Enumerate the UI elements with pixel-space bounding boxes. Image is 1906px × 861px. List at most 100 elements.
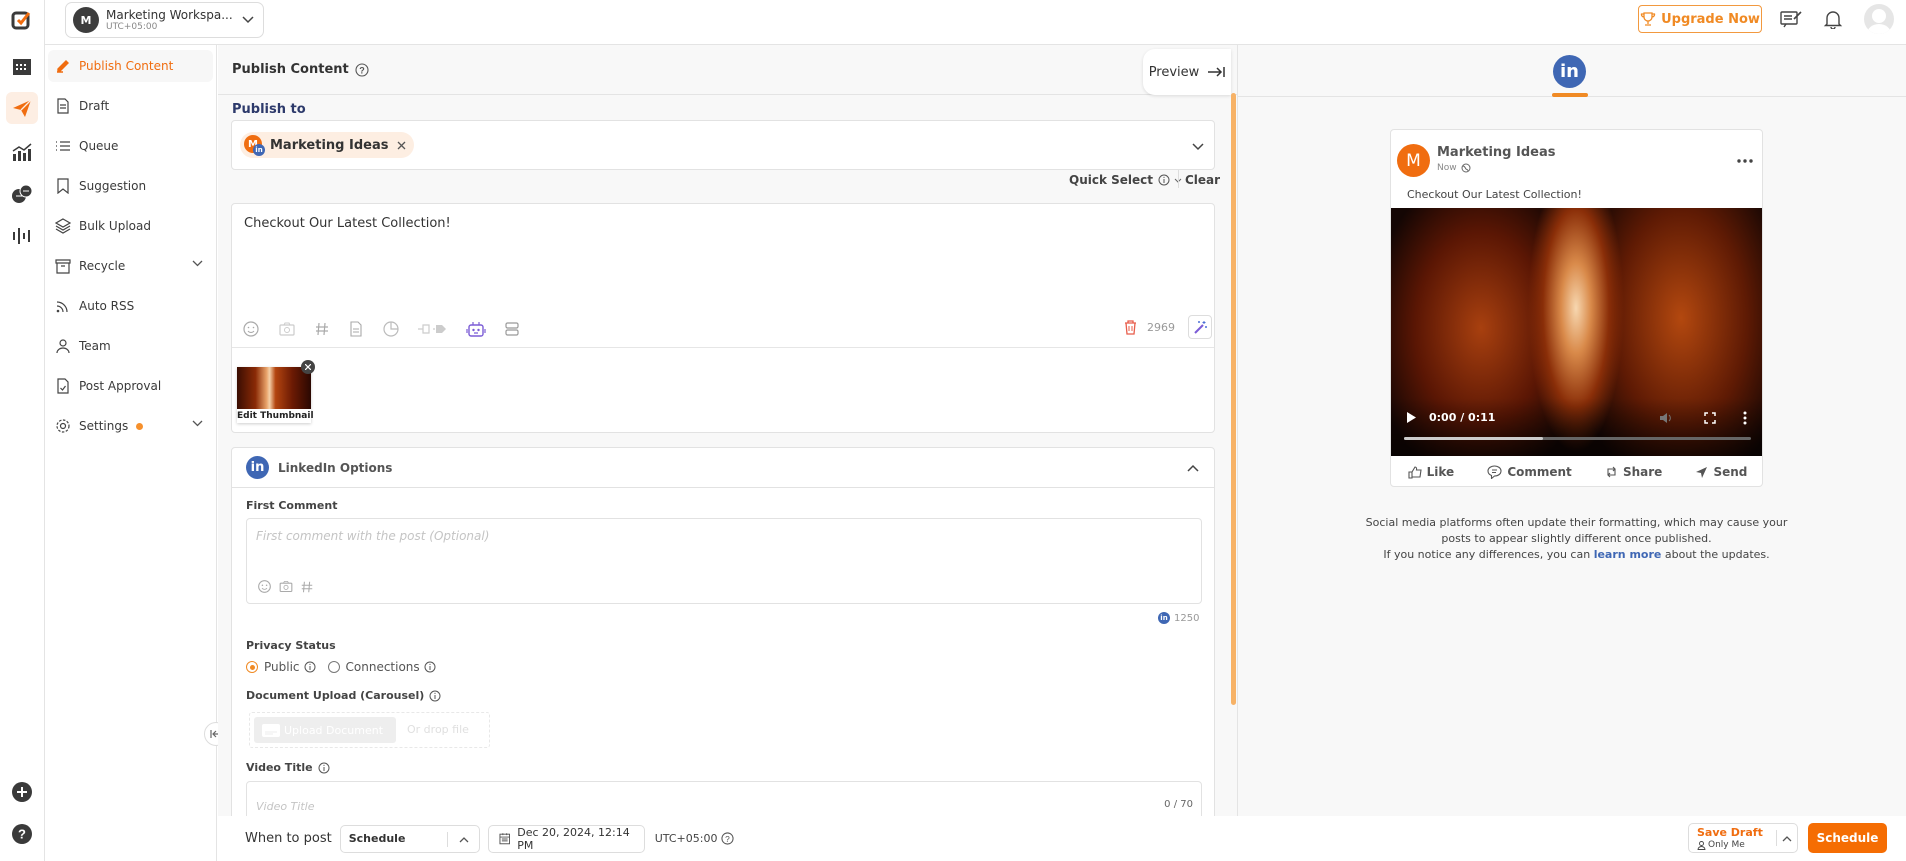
sidebar: Publish Content Draft Queue Suggestion B… (45, 45, 217, 861)
sidebar-item-queue[interactable]: Queue (48, 130, 213, 162)
comment-action[interactable]: Comment (1487, 465, 1572, 479)
account-avatar: M in (244, 135, 265, 156)
notes-icon[interactable] (1780, 9, 1802, 29)
preview-video-player[interactable]: 0:00 / 0:11 (1391, 208, 1762, 456)
more-options-icon[interactable] (1737, 159, 1753, 163)
video-title-input[interactable]: Video Title 0 / 70 (246, 781, 1202, 816)
post-timing-select[interactable]: Schedule (339, 824, 480, 853)
workspace-name: Marketing Workspa... (106, 8, 233, 22)
sidebar-item-auto-rss[interactable]: Auto RSS (48, 290, 213, 322)
chat-bubbles-icon[interactable] (6, 178, 38, 210)
camera-icon[interactable] (278, 320, 296, 338)
schedule-button[interactable]: Schedule (1808, 823, 1887, 853)
ai-bot-icon[interactable] (466, 319, 486, 339)
paper-plane-icon[interactable] (6, 92, 38, 124)
sidebar-item-draft[interactable]: Draft (48, 90, 213, 122)
account-selector[interactable]: M in Marketing Ideas (231, 120, 1215, 170)
magic-wand-button[interactable] (1188, 315, 1212, 339)
help-circle-icon[interactable]: ? (6, 818, 38, 850)
audio-wave-icon[interactable] (6, 220, 38, 252)
radio-public[interactable] (246, 661, 258, 673)
schedule-timezone: UTC+05:00 (654, 832, 718, 845)
privacy-options: Public Connections (246, 660, 436, 674)
save-draft-button[interactable]: Save Draft Only Me (1688, 823, 1798, 853)
preview-avatar: M (1397, 144, 1430, 177)
plugin-connector-icon[interactable] (418, 322, 448, 336)
document-icon[interactable] (348, 321, 364, 337)
editor-panel: Publish Content ? Preview Publish to M i… (218, 45, 1237, 816)
hashtag-icon[interactable] (300, 580, 314, 594)
sidebar-item-settings[interactable]: Settings (48, 410, 213, 442)
hashtag-icon[interactable] (314, 321, 330, 337)
sidebar-item-publish-content[interactable]: Publish Content (48, 50, 213, 82)
user-avatar[interactable] (1864, 4, 1894, 34)
trash-icon[interactable] (1124, 320, 1137, 335)
plus-circle-icon[interactable] (6, 776, 38, 808)
media-thumbnail[interactable]: Edit Thumbnail (237, 367, 314, 423)
editor-scrollbar[interactable] (1231, 93, 1236, 705)
edit-thumbnail-label[interactable]: Edit Thumbnail (237, 411, 314, 421)
chevron-down-icon[interactable] (1192, 143, 1204, 151)
linkedin-icon: in (246, 456, 269, 479)
svg-text:?: ? (726, 834, 731, 844)
globe-icon (1461, 163, 1471, 173)
document-dropzone[interactable]: Upload Document Or drop file (249, 712, 490, 748)
chevron-up-icon[interactable] (1782, 836, 1792, 842)
camera-icon[interactable] (278, 579, 294, 594)
magic-wand-icon (1193, 320, 1207, 334)
first-comment-placeholder: First comment with the post (Optional) (256, 529, 490, 543)
video-progress-track[interactable] (1404, 437, 1751, 440)
sidebar-item-post-approval[interactable]: Post Approval (48, 370, 213, 402)
preview-toggle-button[interactable]: Preview (1143, 49, 1231, 95)
volume-icon[interactable] (1659, 412, 1673, 424)
play-icon[interactable] (1407, 412, 1416, 423)
send-action[interactable]: Send (1695, 465, 1747, 479)
privacy-public-label[interactable]: Public (264, 660, 300, 674)
upload-doc-icon (262, 723, 280, 737)
pie-chart-icon[interactable] (382, 320, 400, 338)
video-more-icon[interactable] (1743, 411, 1747, 425)
help-icon[interactable]: ? (355, 62, 369, 77)
remove-media-button[interactable] (301, 360, 315, 374)
post-text-input[interactable]: Checkout Our Latest Collection! (244, 216, 451, 231)
upgrade-now-button[interactable]: Upgrade Now (1638, 5, 1762, 33)
linkedin-tab-icon[interactable]: in (1553, 55, 1586, 88)
preview-account-name: Marketing Ideas (1437, 145, 1556, 160)
fullscreen-icon[interactable] (1704, 412, 1716, 424)
emoji-icon[interactable] (257, 579, 272, 594)
sidebar-item-suggestion[interactable]: Suggestion (48, 170, 213, 202)
sidebar-item-label: Team (79, 339, 111, 353)
clear-button[interactable]: Clear (1185, 173, 1220, 187)
help-icon[interactable]: ? (721, 832, 735, 845)
user-icon (1697, 840, 1706, 850)
first-comment-count: 1250 (1174, 612, 1200, 624)
analytics-icon[interactable] (6, 136, 38, 168)
sidebar-item-team[interactable]: Team (48, 330, 213, 362)
calendar-icon[interactable] (6, 50, 38, 82)
emoji-icon[interactable] (242, 320, 260, 338)
workspace-selector[interactable]: M Marketing Workspa... UTC+05:00 (65, 2, 264, 38)
radio-connections[interactable] (327, 661, 340, 673)
like-action[interactable]: Like (1408, 465, 1454, 479)
publish-to-label: Publish to (232, 102, 306, 117)
sidebar-item-bulk-upload[interactable]: Bulk Upload (48, 210, 213, 242)
privacy-connections-label[interactable]: Connections (346, 660, 420, 674)
sidebar-item-label: Post Approval (79, 379, 162, 393)
video-title-count: 0 / 70 (1164, 799, 1193, 810)
first-comment-input[interactable]: First comment with the post (Optional) (246, 518, 1202, 604)
quick-select-dropdown[interactable]: Quick Select (1069, 173, 1182, 187)
bell-icon[interactable] (1823, 9, 1843, 29)
learn-more-link[interactable]: learn more (1594, 548, 1662, 561)
share-action[interactable]: Share (1605, 465, 1662, 479)
preview-label: Preview (1148, 64, 1200, 80)
threads-layout-icon[interactable] (504, 321, 520, 337)
drop-file-label: Or drop file (407, 723, 469, 736)
pencil-icon (57, 60, 69, 73)
linkedin-options-header[interactable]: in LinkedIn Options (232, 448, 1214, 488)
date-time-picker[interactable]: Dec 20, 2024, 12:14 PM (487, 824, 645, 853)
logo-icon[interactable] (6, 4, 38, 36)
privacy-status-label: Privacy Status (246, 639, 336, 652)
sidebar-item-recycle[interactable]: Recycle (48, 250, 213, 282)
remove-account-icon[interactable] (397, 141, 406, 150)
upload-document-button[interactable]: Upload Document (254, 717, 396, 743)
